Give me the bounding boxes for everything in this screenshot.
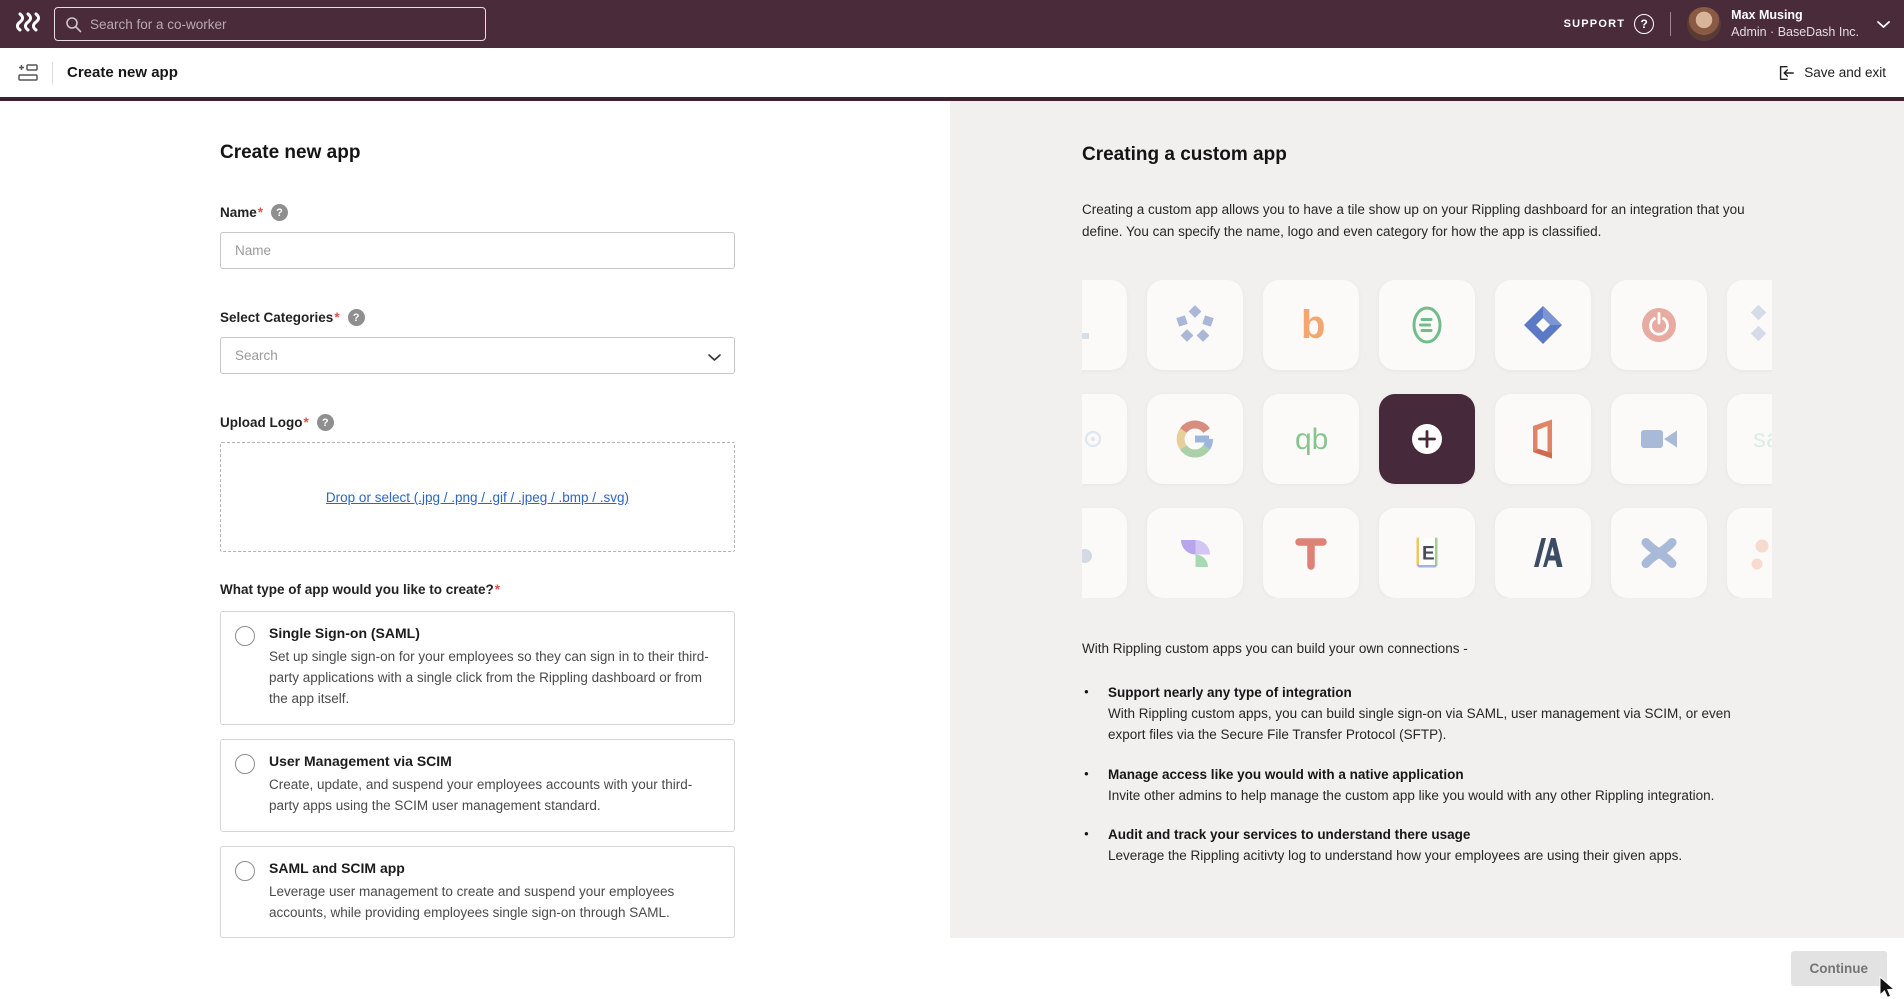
avatar[interactable]	[1687, 7, 1721, 41]
categories-search-input[interactable]	[220, 337, 735, 374]
app-type-option-card[interactable]: User Management via SCIM Create, update, …	[220, 739, 735, 832]
page-header: Create new app Save and exit	[0, 48, 1904, 101]
feature-bullet: Manage access like you would with a nati…	[1082, 767, 1772, 807]
app-type-option-card[interactable]: SAML and SCIM app Leverage user managemen…	[220, 846, 735, 939]
exit-icon	[1777, 64, 1795, 82]
feature-bullet: Support nearly any type of integration Wi…	[1082, 685, 1772, 746]
option-description: Set up single sign-on for your employees…	[269, 647, 711, 710]
app-tile-video-camera-logo	[1611, 394, 1707, 484]
option-title: User Management via SCIM	[269, 753, 711, 769]
svg-text:qb: qb	[1295, 423, 1328, 456]
categories-label: Select Categories* ?	[220, 309, 735, 326]
app-tile-sa-letters-logo: sa	[1727, 394, 1772, 484]
app-tile-google-logo	[1147, 394, 1243, 484]
categories-help-icon[interactable]: ?	[348, 309, 365, 326]
name-input[interactable]	[220, 232, 735, 269]
app-tile-numeral-one-logo	[1082, 280, 1127, 370]
app-tile-lines-oval-logo	[1379, 280, 1475, 370]
app-tile-office-logo	[1495, 394, 1591, 484]
option-description: Create, update, and suspend your employe…	[269, 775, 711, 817]
topbar-divider	[1670, 12, 1671, 36]
page-title: Create new app	[67, 64, 178, 81]
support-help-icon[interactable]: ?	[1634, 14, 1654, 34]
upload-help-icon[interactable]: ?	[317, 414, 334, 431]
feature-bullet: Audit and track your services to underst…	[1082, 827, 1772, 867]
feature-bullets: Support nearly any type of integration Wi…	[1082, 685, 1772, 868]
app-type-question: What type of app would you like to creat…	[220, 582, 735, 597]
app-tile-petals-logo	[1147, 508, 1243, 598]
save-and-exit-label: Save and exit	[1804, 65, 1886, 80]
bullet-description: Invite other admins to help manage the c…	[1108, 786, 1772, 807]
required-asterisk: *	[334, 310, 339, 325]
main-content: Create new app Name* ? Select Categories…	[0, 101, 1904, 938]
user-info[interactable]: Max Musing Admin · BaseDash Inc.	[1731, 7, 1859, 41]
app-tile-grid: b ro qb sa E	[1082, 280, 1772, 598]
required-asterisk: *	[258, 205, 263, 220]
app-tile-b-letter-logo: b	[1263, 280, 1359, 370]
app-tile-ribbon-x-logo	[1611, 508, 1707, 598]
app-tile-pentagon-logo	[1147, 280, 1243, 370]
user-role: Admin · BaseDash Inc.	[1731, 24, 1859, 41]
bullet-title: Audit and track your services to underst…	[1108, 827, 1772, 842]
app-tile-power-circle-logo	[1611, 280, 1707, 370]
bullet-title: Support nearly any type of integration	[1108, 685, 1772, 700]
app-tile-cloud-logo	[1082, 508, 1127, 598]
app-tile-slant-a-logo	[1495, 508, 1591, 598]
user-name: Max Musing	[1731, 7, 1859, 24]
continue-button[interactable]: Continue	[1791, 951, 1888, 986]
svg-text:b: b	[1301, 303, 1325, 347]
topbar: SUPPORT ? Max Musing Admin · BaseDash In…	[0, 0, 1904, 48]
header-divider	[52, 62, 53, 84]
option-title: Single Sign-on (SAML)	[269, 625, 711, 641]
radio-button[interactable]	[235, 754, 255, 774]
upload-logo-label: Upload Logo* ?	[220, 414, 735, 431]
form-title: Create new app	[220, 142, 735, 164]
required-asterisk: *	[303, 415, 308, 430]
app-tile-dots-logo	[1727, 508, 1772, 598]
footer: Continue	[0, 938, 1904, 999]
logo-dropzone[interactable]: Drop or select (.jpg / .png / .gif / .jp…	[220, 442, 735, 552]
rippling-logo[interactable]	[14, 9, 44, 39]
app-tile-ro-target-logo: ro	[1082, 394, 1127, 484]
app-type-option-card[interactable]: Single Sign-on (SAML) Set up single sign-…	[220, 611, 735, 725]
bullet-description: With Rippling custom apps, you can build…	[1108, 704, 1772, 746]
rippling-logo-icon	[16, 11, 42, 37]
app-tile-blue-diamond-logo	[1495, 280, 1591, 370]
app-list-icon[interactable]	[18, 64, 38, 82]
categories-select[interactable]	[220, 337, 735, 374]
required-asterisk: *	[495, 582, 500, 597]
app-tile-e-card-logo: E	[1379, 508, 1475, 598]
mouse-cursor	[1876, 976, 1898, 999]
radio-button[interactable]	[235, 626, 255, 646]
app-tile-quickbooks-logo: qb	[1263, 394, 1359, 484]
radio-button[interactable]	[235, 861, 255, 881]
bullet-title: Manage access like you would with a nati…	[1108, 767, 1772, 782]
app-tile-t-letter-logo	[1263, 508, 1359, 598]
svg-text:sa: sa	[1753, 423, 1772, 453]
svg-text:E: E	[1422, 543, 1435, 564]
info-intro: Creating a custom app allows you to have…	[1082, 199, 1772, 243]
name-label: Name* ?	[220, 204, 735, 221]
info-title: Creating a custom app	[1082, 144, 1772, 166]
search-box[interactable]	[54, 7, 486, 41]
form-panel: Create new app Name* ? Select Categories…	[0, 101, 950, 938]
upload-link[interactable]: Drop or select (.jpg / .png / .gif / .jp…	[326, 490, 629, 505]
info-panel: Creating a custom app Creating a custom …	[950, 101, 1904, 938]
save-and-exit-button[interactable]: Save and exit	[1777, 64, 1886, 82]
name-help-icon[interactable]: ?	[271, 204, 288, 221]
app-tile-double-diamond-logo	[1727, 280, 1772, 370]
search-icon	[65, 16, 82, 33]
chevron-down-icon[interactable]	[1877, 20, 1890, 29]
option-description: Leverage user management to create and s…	[269, 882, 711, 924]
support-link[interactable]: SUPPORT	[1564, 18, 1626, 30]
option-title: SAML and SCIM app	[269, 860, 711, 876]
bullet-description: Leverage the Rippling acitivty log to un…	[1108, 846, 1772, 867]
app-tile-custom-app-plus[interactable]	[1379, 394, 1475, 484]
connections-line: With Rippling custom apps you can build …	[1082, 641, 1772, 656]
search-input[interactable]	[90, 17, 475, 32]
